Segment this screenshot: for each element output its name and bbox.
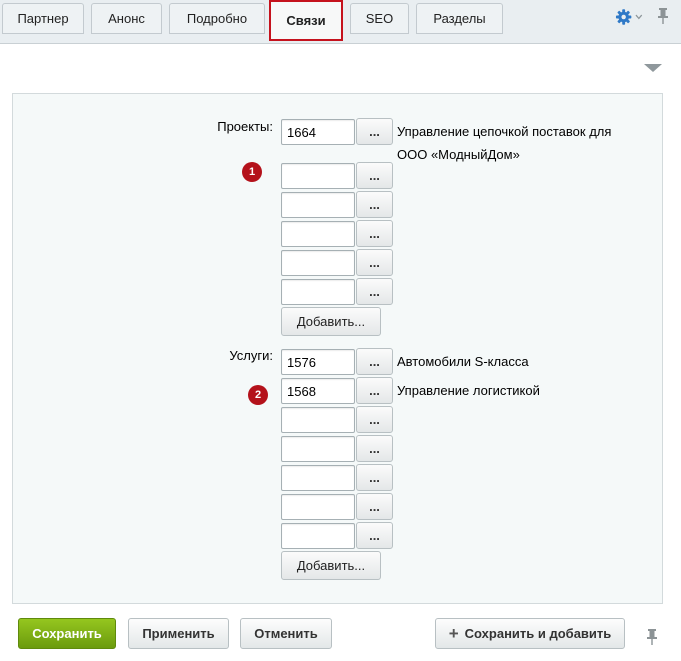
cancel-button[interactable]: Отменить (240, 618, 332, 649)
service-browse-button-5[interactable]: ... (356, 464, 393, 491)
chevron-down-icon (635, 14, 643, 20)
service-browse-button-7[interactable]: ... (356, 522, 393, 549)
plus-icon: + (448, 624, 459, 643)
project-id-field-3[interactable] (281, 192, 355, 218)
project-browse-button-2[interactable]: ... (356, 162, 393, 189)
triangle-down-icon[interactable] (643, 62, 663, 74)
project-id-field-6[interactable] (281, 279, 355, 305)
tab-seo[interactable]: SEO (350, 3, 409, 34)
tab-links[interactable]: Связи (269, 0, 343, 41)
project-id-field-5[interactable] (281, 250, 355, 276)
tab-details[interactable]: Подробно (169, 3, 265, 34)
services-label: Услуги: (229, 348, 273, 363)
pin-icon[interactable] (656, 7, 670, 25)
tab-partner[interactable]: Партнер (2, 3, 84, 34)
project-description-1: Управление цепочкой поставок для ООО «Мо… (397, 124, 612, 162)
save-and-add-label: Сохранить и добавить (464, 626, 612, 641)
service-id-field-1[interactable] (281, 349, 355, 375)
service-id-field-4[interactable] (281, 436, 355, 462)
projects-label: Проекты: (217, 119, 273, 134)
project-browse-button-3[interactable]: ... (356, 191, 393, 218)
service-browse-button-3[interactable]: ... (356, 406, 393, 433)
service-browse-button-4[interactable]: ... (356, 435, 393, 462)
service-id-field-2[interactable] (281, 378, 355, 404)
service-description-2: Управление логистикой (397, 383, 540, 398)
service-browse-button-2[interactable]: ... (356, 377, 393, 404)
service-browse-button-6[interactable]: ... (356, 493, 393, 520)
project-browse-button-5[interactable]: ... (356, 249, 393, 276)
project-id-field-1[interactable] (281, 119, 355, 145)
save-and-add-button[interactable]: + Сохранить и добавить (435, 618, 625, 649)
tab-announce[interactable]: Анонс (91, 3, 162, 34)
project-browse-button-1[interactable]: ... (356, 118, 393, 145)
save-button[interactable]: Сохранить (18, 618, 116, 649)
pin-icon[interactable] (645, 628, 659, 646)
gear-icon (615, 9, 632, 25)
service-id-field-3[interactable] (281, 407, 355, 433)
tab-sections[interactable]: Разделы (416, 3, 503, 34)
project-id-field-4[interactable] (281, 221, 355, 247)
marker-badge-1: 1 (242, 162, 262, 182)
settings-menu[interactable] (615, 8, 643, 26)
project-id-field-2[interactable] (281, 163, 355, 189)
service-id-field-7[interactable] (281, 523, 355, 549)
service-id-field-6[interactable] (281, 494, 355, 520)
project-browse-button-6[interactable]: ... (356, 278, 393, 305)
project-browse-button-4[interactable]: ... (356, 220, 393, 247)
service-browse-button-1[interactable]: ... (356, 348, 393, 375)
service-description-1: Автомобили S-класса (397, 354, 529, 369)
marker-badge-2: 2 (248, 385, 268, 405)
tab-bar: Партнер Анонс Подробно Связи SEO Разделы (0, 0, 681, 44)
projects-add-button[interactable]: Добавить... (281, 307, 381, 336)
services-add-button[interactable]: Добавить... (281, 551, 381, 580)
service-id-field-5[interactable] (281, 465, 355, 491)
apply-button[interactable]: Применить (128, 618, 229, 649)
